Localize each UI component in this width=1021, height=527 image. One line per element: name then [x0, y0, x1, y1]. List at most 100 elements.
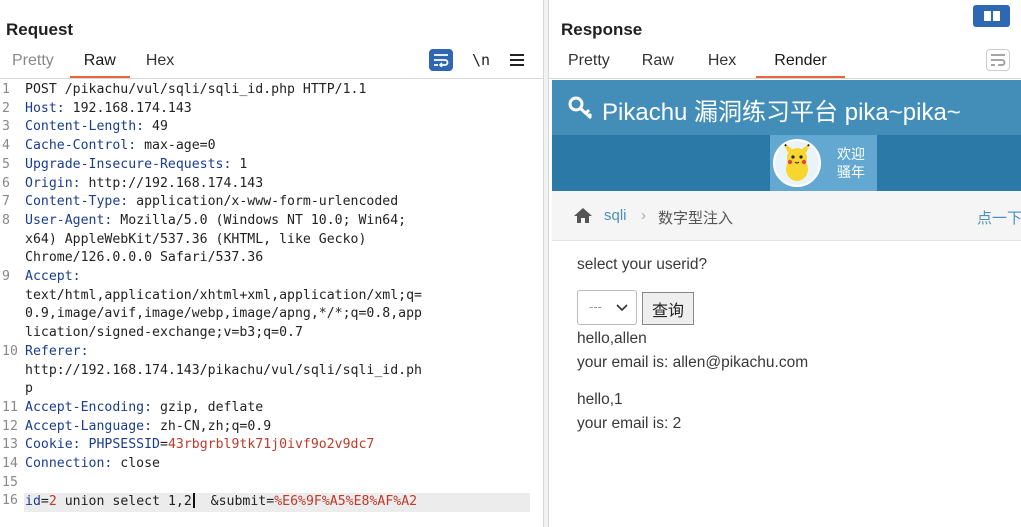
result-hello-1: hello,allen	[577, 330, 647, 347]
request-tab-divider	[0, 78, 543, 79]
line-content: Cache-Control: max-age=0	[25, 138, 216, 153]
code-line[interactable]: 12 Accept-Language: zh-CN,zh;q=0.9	[0, 419, 543, 438]
line-content: lication/signed-exchange;v=b3;q=0.7	[25, 325, 303, 340]
tab-hex[interactable]: Hex	[134, 48, 186, 78]
tab-pretty[interactable]: Pretty	[0, 48, 66, 78]
line-content: POST /pikachu/vul/sqli/sqli_id.php HTTP/…	[25, 82, 367, 97]
breadcrumb: sqli › 数字型注入 点一下	[552, 191, 1021, 241]
line-number: 14	[2, 456, 18, 471]
line-number: 2	[2, 101, 10, 116]
code-line[interactable]: x64) AppleWebKit/537.36 (KHTML, like Gec…	[0, 232, 543, 251]
select-value: ---	[589, 299, 602, 314]
home-icon[interactable]	[573, 207, 593, 224]
query-button[interactable]: 查询	[642, 292, 694, 325]
result-hello-2: hello,1	[577, 391, 623, 408]
response-tabs: Pretty Raw Hex Render	[556, 48, 845, 78]
code-line[interactable]: 2 Host: 192.168.174.143	[0, 101, 543, 120]
request-editor[interactable]: 1 POST /pikachu/vul/sqli/sqli_id.php HTTP…	[0, 82, 543, 522]
code-line[interactable]: 1 POST /pikachu/vul/sqli/sqli_id.php HTTP…	[0, 82, 543, 101]
user-menu[interactable]: 欢迎 骚年	[770, 135, 877, 191]
tab-raw[interactable]: Raw	[630, 48, 686, 78]
line-number: 13	[2, 437, 18, 452]
line-content: Chrome/126.0.0.0 Safari/537.36	[25, 250, 264, 265]
breadcrumb-separator-icon: ›	[641, 207, 646, 224]
code-line[interactable]: lication/signed-exchange;v=b3;q=0.7	[0, 325, 543, 344]
code-line[interactable]: 8 User-Agent: Mozilla/5.0 (Windows NT 10.…	[0, 213, 543, 232]
key-icon	[568, 96, 593, 120]
line-content: Upgrade-Insecure-Requests: 1	[25, 157, 248, 172]
line-number: 9	[2, 269, 10, 284]
code-line[interactable]: http://192.168.174.143/pikachu/vul/sqli/…	[0, 363, 543, 382]
line-content: Host: 192.168.174.143	[25, 101, 192, 116]
code-line[interactable]: 10 Referer:	[0, 344, 543, 363]
code-line[interactable]: 0.9,image/avif,image/webp,image/apng,*/*…	[0, 306, 543, 325]
wrap-lines-toggle[interactable]	[429, 49, 453, 71]
code-line[interactable]: 6 Origin: http://192.168.174.143	[0, 176, 543, 195]
line-content: Content-Type: application/x-www-form-url…	[25, 194, 399, 209]
layout-toggle-button[interactable]	[973, 5, 1010, 27]
code-line[interactable]: 9 Accept:	[0, 269, 543, 288]
rendered-page: Pikachu 漏洞练习平台 pika~pika~ 欢迎 骚年 sqli › 数…	[552, 80, 1021, 527]
code-line[interactable]: 15	[0, 475, 543, 494]
code-line[interactable]: text/html,application/xhtml+xml,applicat…	[0, 288, 543, 307]
line-number: 6	[2, 176, 10, 191]
line-number: 5	[2, 157, 10, 172]
response-pane: Response Pretty Raw Hex Render Pikachu 漏…	[549, 0, 1021, 527]
tab-raw[interactable]: Raw	[69, 48, 130, 78]
userid-select[interactable]: ---	[577, 290, 637, 325]
line-content: id=2 union select 1,2 &submit=%E6%9F%A5%…	[25, 493, 418, 509]
code-line[interactable]: p	[0, 381, 543, 400]
avatar	[773, 139, 821, 187]
response-tab-divider	[549, 78, 1021, 79]
wrap-lines-toggle-response[interactable]	[986, 49, 1010, 71]
hint-link[interactable]: 点一下	[977, 207, 1021, 228]
line-content: http://192.168.174.143/pikachu/vul/sqli/…	[25, 363, 422, 378]
code-line[interactable]: 13 Cookie: PHPSESSID=43rbgrbl9tk71j0ivf9o…	[0, 437, 543, 456]
request-title: Request	[6, 20, 74, 39]
line-number: 10	[2, 344, 18, 359]
request-pane: Request Pretty Raw Hex \n 1 POST /pikachu…	[0, 0, 543, 527]
welcome-text: 欢迎 骚年	[837, 145, 865, 181]
breadcrumb-sqli[interactable]: sqli	[604, 207, 627, 224]
code-line[interactable]: Chrome/126.0.0.0 Safari/537.36	[0, 250, 543, 269]
line-number: 8	[2, 213, 10, 228]
code-line[interactable]: 4 Cache-Control: max-age=0	[0, 138, 543, 157]
line-number: 16	[2, 493, 18, 508]
newline-toggle[interactable]: \n	[472, 51, 490, 69]
site-header: Pikachu 漏洞练习平台 pika~pika~	[552, 80, 1021, 135]
tab-pretty[interactable]: Pretty	[556, 48, 622, 78]
welcome-line1: 欢迎	[837, 146, 865, 162]
breadcrumb-current: 数字型注入	[658, 210, 734, 227]
wrap-icon	[434, 54, 449, 67]
result-email-2: your email is: 2	[577, 415, 682, 432]
prompt-text: select your userid?	[577, 256, 708, 273]
user-bar: 欢迎 骚年	[552, 135, 1021, 191]
code-line[interactable]: 14 Connection: close	[0, 456, 543, 475]
line-content: Accept-Encoding: gzip, deflate	[25, 400, 264, 415]
line-number: 12	[2, 419, 18, 434]
code-line[interactable]: 3 Content-Length: 49	[0, 119, 543, 138]
site-title[interactable]: Pikachu 漏洞练习平台 pika~pika~	[602, 92, 961, 127]
welcome-line2: 骚年	[837, 164, 865, 180]
code-line[interactable]: 5 Upgrade-Insecure-Requests: 1	[0, 157, 543, 176]
line-content: Accept:	[25, 269, 81, 284]
line-content: Cookie: PHPSESSID=43rbgrbl9tk71j0ivf9o2v…	[25, 437, 375, 452]
wrap-icon	[991, 54, 1006, 66]
code-line[interactable]: 7 Content-Type: application/x-www-form-ur…	[0, 194, 543, 213]
tab-render[interactable]: Render	[756, 48, 845, 78]
request-tabs: Pretty Raw Hex	[0, 48, 186, 78]
line-content: Content-Length: 49	[25, 119, 168, 134]
line-number: 11	[2, 400, 18, 415]
code-line[interactable]: 11 Accept-Encoding: gzip, deflate	[0, 400, 543, 419]
line-number: 3	[2, 119, 10, 134]
line-content: Origin: http://192.168.174.143	[25, 176, 264, 191]
pikachu-avatar-icon	[775, 141, 819, 185]
line-number: 7	[2, 194, 10, 209]
line-content: Connection: close	[25, 456, 160, 471]
line-content: x64) AppleWebKit/537.36 (KHTML, like Gec…	[25, 232, 367, 247]
line-content: Referer:	[25, 344, 89, 359]
burp-repeater: Request Pretty Raw Hex \n 1 POST /pikachu…	[0, 0, 1021, 527]
menu-icon[interactable]	[510, 54, 524, 66]
code-line[interactable]: 16 id=2 union select 1,2 &submit=%E6%9F%A…	[0, 493, 543, 512]
tab-hex[interactable]: Hex	[696, 48, 748, 78]
